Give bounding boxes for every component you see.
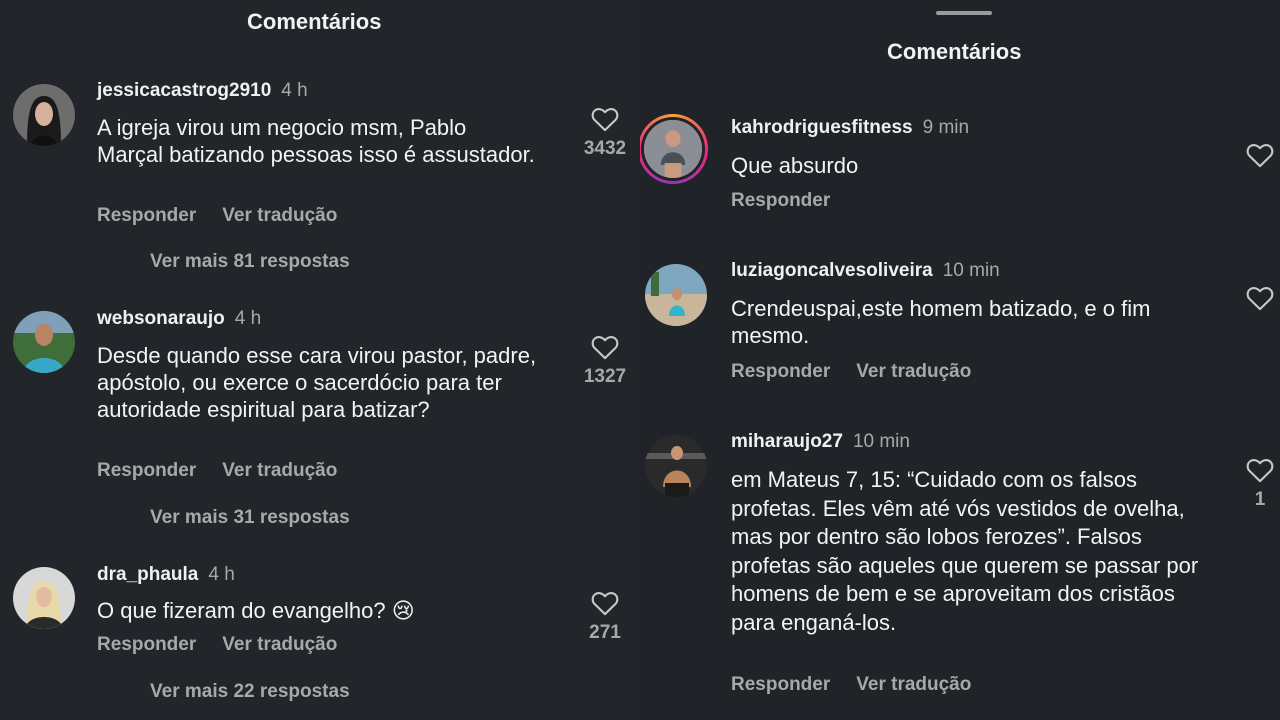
comment-text: O que fizeram do evangelho? 😢 [97, 598, 415, 623]
avatar[interactable] [13, 567, 75, 629]
comment-header: miharaujo27 10 min [731, 431, 910, 453]
heart-icon[interactable] [1246, 142, 1274, 168]
avatar[interactable] [645, 264, 707, 326]
comment-text: Crendeuspai,este homem batizado, e o fim… [731, 296, 1151, 348]
comment-text: Que absurdo [731, 153, 859, 178]
avatar-story-ring[interactable] [640, 114, 708, 184]
reply-button[interactable]: Responder [97, 460, 196, 481]
comment-actions: Responder Ver tradução [97, 634, 363, 656]
like-count: 3432 [583, 138, 627, 159]
timestamp: 10 min [942, 260, 1000, 281]
translate-button[interactable]: Ver tradução [856, 674, 971, 695]
like-count: 1 [1254, 489, 1266, 510]
like-group: 1 [1230, 457, 1280, 511]
like-group: 1327 [575, 334, 635, 388]
username[interactable]: kahrodriguesfitness [731, 117, 913, 138]
view-more-replies-button[interactable]: Ver mais 31 respostas [150, 507, 350, 529]
timestamp: 10 min [852, 431, 910, 452]
comment-text: em Mateus 7, 15: “Cuidado com os falsos … [731, 467, 1199, 635]
reply-button[interactable]: Responder [97, 634, 196, 655]
reply-button[interactable]: Responder [731, 190, 830, 211]
translate-button[interactable]: Ver tradução [222, 634, 337, 655]
reply-button[interactable]: Responder [731, 674, 830, 695]
comment-header: kahrodriguesfitness 9 min [731, 117, 969, 139]
username[interactable]: websonaraujo [97, 308, 225, 329]
heart-icon[interactable] [1246, 285, 1274, 311]
avatar[interactable] [645, 435, 707, 497]
left-comments-panel: Comentários jessicacastrog2910 4 h A igre… [0, 0, 640, 720]
comment-header: dra_phaula 4 h [97, 564, 235, 586]
timestamp: 4 h [234, 308, 262, 329]
like-group [1230, 142, 1280, 168]
heart-icon[interactable] [591, 590, 619, 616]
like-group [1230, 285, 1280, 311]
comment-actions: Responder Ver tradução [731, 361, 997, 383]
like-group: 271 [575, 590, 635, 644]
comment-actions: Responder [731, 190, 856, 212]
timestamp: 4 h [208, 564, 235, 585]
heart-icon[interactable] [591, 334, 619, 360]
comment-header: jessicacastrog2910 4 h [97, 80, 308, 102]
comment-header: luziagoncalvesoliveira 10 min [731, 260, 1000, 282]
reply-button[interactable]: Responder [731, 361, 830, 382]
translate-button[interactable]: Ver tradução [222, 205, 337, 226]
comment-actions: Responder Ver tradução [731, 674, 997, 696]
avatar[interactable] [13, 311, 75, 373]
like-group: 3432 [575, 106, 635, 160]
right-comments-panel: Comentários kahrodriguesfitness 9 min Que… [640, 0, 1280, 720]
avatar[interactable] [13, 84, 75, 146]
comment-text: Desde quando esse cara virou pastor, pad… [97, 343, 537, 422]
panel-title: Comentários [887, 39, 1022, 64]
reply-button[interactable]: Responder [97, 205, 196, 226]
comment-actions: Responder Ver tradução [97, 460, 363, 482]
username[interactable]: miharaujo27 [731, 431, 843, 452]
timestamp: 4 h [281, 80, 308, 101]
comment-text: A igreja virou um negocio msm, Pablo Mar… [97, 115, 535, 167]
comment-header: websonaraujo 4 h [97, 308, 261, 330]
like-count: 1327 [583, 366, 627, 387]
timestamp: 9 min [922, 117, 970, 138]
username[interactable]: jessicacastrog2910 [97, 80, 271, 101]
like-count: 271 [589, 622, 621, 643]
translate-button[interactable]: Ver tradução [856, 361, 971, 382]
panel-title: Comentários [247, 9, 382, 34]
heart-icon[interactable] [1246, 457, 1274, 483]
view-more-replies-button[interactable]: Ver mais 22 respostas [150, 681, 350, 703]
username[interactable]: luziagoncalvesoliveira [731, 260, 933, 281]
view-more-replies-button[interactable]: Ver mais 81 respostas [150, 251, 350, 273]
heart-icon[interactable] [591, 106, 619, 132]
username[interactable]: dra_phaula [97, 564, 198, 585]
drag-handle[interactable] [936, 11, 992, 15]
comment-actions: Responder Ver tradução [97, 205, 363, 227]
translate-button[interactable]: Ver tradução [222, 460, 337, 481]
